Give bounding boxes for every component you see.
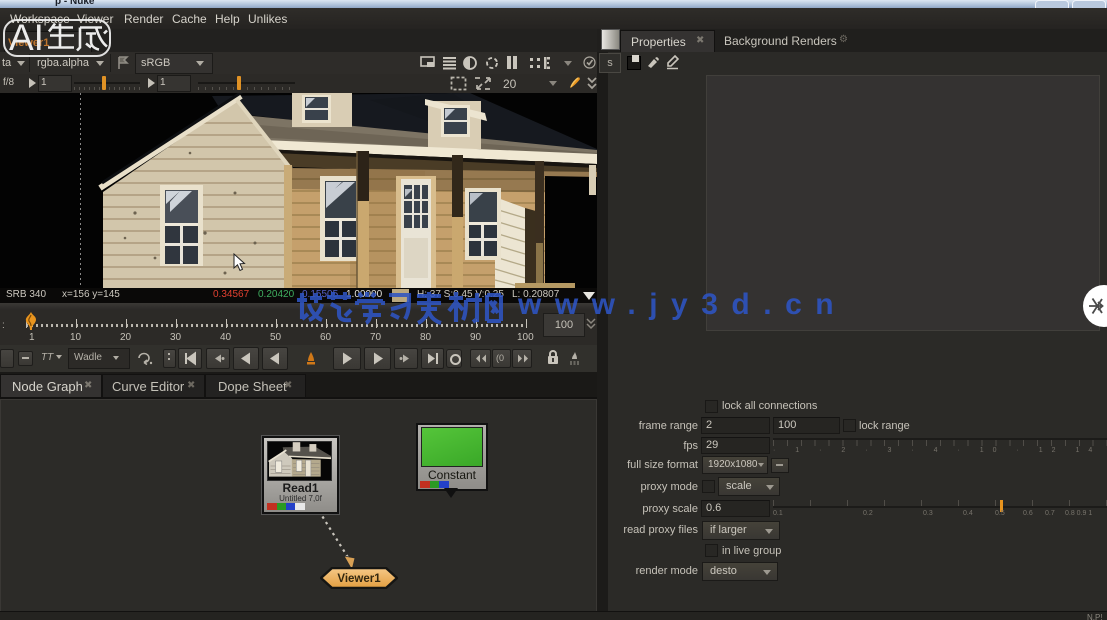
svg-text:Viewer1: Viewer1 bbox=[337, 573, 381, 585]
